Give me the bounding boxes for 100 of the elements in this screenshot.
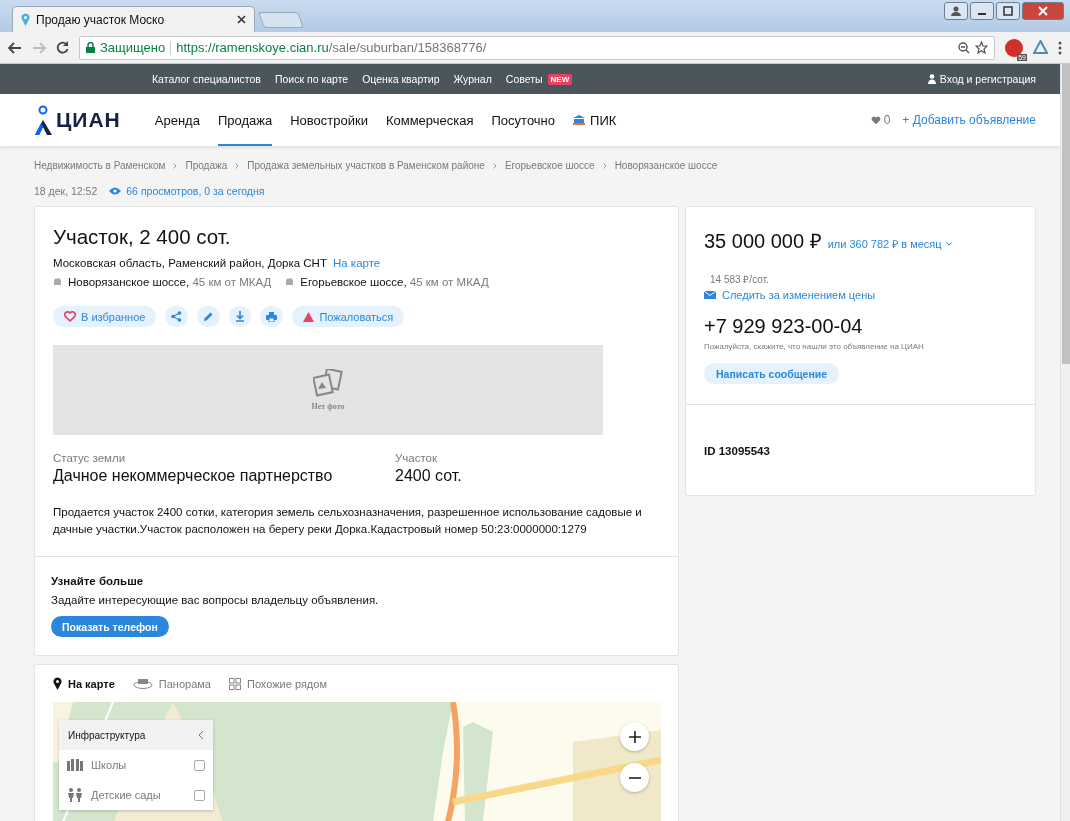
breadcrumb-link[interactable]: Продажа земельных участков в Раменском районе <box>247 160 485 171</box>
new-badge: NEW <box>547 73 573 85</box>
plus-icon <box>628 730 641 743</box>
top-nav-link[interactable]: Поиск по карте <box>274 73 349 85</box>
nav-tab[interactable]: Новостройки <box>290 94 368 146</box>
back-icon[interactable] <box>8 41 22 54</box>
highway-text: Новорязанское шоссе, 45 км от МКАД <box>68 276 272 288</box>
add-listing-link[interactable]: + Добавить объявление <box>902 113 1036 127</box>
envelope-icon <box>704 291 716 299</box>
monthly-payment-link[interactable]: или 360 782 ₽ в месяц <box>827 236 952 251</box>
top-nav-link[interactable]: Советы NEW <box>505 73 573 85</box>
breadcrumb-link[interactable]: Продажа <box>185 160 228 171</box>
map-tab[interactable]: На карте <box>53 677 115 690</box>
pencil-icon <box>203 311 215 322</box>
chevron-icon <box>492 162 497 169</box>
description-text: Продается участок 2400 сотки, категория земель сельхозназначения, разрешенное использование садовые и дачные участки.Участок расположен на берегу реки Дорка.Кадастровый номер 50:23:0000000:1279 <box>53 505 643 537</box>
listing-id: ID 13095543 <box>704 445 770 457</box>
building-icon <box>573 115 586 125</box>
top-nav-link[interactable]: Журнал <box>453 73 492 85</box>
address-text: Московская область, Раменский район, Дорка СНТ <box>53 257 327 269</box>
lock-icon <box>86 42 95 53</box>
map-pin-icon <box>21 13 30 26</box>
nav-tab[interactable]: ПИК <box>573 94 617 146</box>
nav-tab[interactable]: Посуточно <box>491 94 556 146</box>
top-nav-link[interactable]: Каталог специалистов <box>152 73 261 85</box>
price-text: 35 000 000 ₽ <box>704 229 822 254</box>
edit-button[interactable] <box>197 306 221 327</box>
breadcrumb-link[interactable]: Егорьевское шоссе <box>504 160 595 171</box>
views-link[interactable]: 66 просмотров, 0 за сегодня <box>126 185 265 197</box>
nav-tab[interactable]: Коммерческая <box>385 94 474 146</box>
extension-icon[interactable] <box>1033 40 1048 55</box>
map-tab[interactable]: Похожие рядом <box>228 677 327 690</box>
price-per-unit: 14 583 ₽/сот. <box>710 273 770 286</box>
logo-mark-icon <box>34 105 54 135</box>
login-link[interactable]: Вход и регистрация <box>939 73 1036 85</box>
minimize-icon <box>978 13 986 15</box>
address-bar[interactable]: Защищено https://ramenskoye.cian.ru/sale/suburban/158368776/ <box>79 35 995 60</box>
print-button[interactable] <box>260 306 284 327</box>
watch-price-link[interactable]: Следить за изменением цены <box>722 289 876 301</box>
section-title: Узнайте больше <box>51 575 145 587</box>
maximize-button[interactable] <box>996 2 1020 20</box>
maximize-icon <box>1003 6 1013 16</box>
heart-icon <box>64 311 76 322</box>
section-text: Задайте интересующие вас вопросы владельцу объявления. <box>51 594 380 606</box>
infrastructure-label: Школы <box>91 759 128 771</box>
minus-icon <box>628 776 641 779</box>
logo-text: ЦИАН <box>56 108 121 132</box>
collapse-icon[interactable] <box>198 730 204 740</box>
nav-tab[interactable]: Аренда <box>154 94 200 146</box>
map-link[interactable]: На карте <box>332 257 381 269</box>
write-message-button[interactable]: Написать сообщение <box>704 363 840 384</box>
show-phone-button[interactable]: Показать телефон <box>51 616 169 637</box>
close-button[interactable] <box>1022 2 1064 20</box>
fact-value: 2400 сот. <box>395 467 463 485</box>
breadcrumb-link[interactable]: Недвижимость в Раменском <box>34 160 166 171</box>
chevron-icon <box>235 162 240 169</box>
menu-icon[interactable] <box>1058 40 1062 55</box>
chevron-icon <box>173 162 178 169</box>
fact-label: Статус земли <box>53 452 127 464</box>
star-icon[interactable] <box>975 41 988 54</box>
nav-tab[interactable]: Продажа <box>217 94 273 146</box>
map-pin-icon <box>53 677 62 690</box>
reload-icon[interactable] <box>56 41 69 54</box>
top-nav-link[interactable]: Оценка квартир <box>362 73 440 85</box>
panorama-icon <box>132 677 153 690</box>
share-button[interactable] <box>165 306 189 327</box>
eye-icon <box>109 187 122 195</box>
phone-hint: Пожалуйста, скажите, что нашли это объявление на ЦИАН <box>704 342 925 351</box>
heart-icon <box>870 115 881 125</box>
breadcrumb-link[interactable]: Новорязанское шоссе <box>614 160 718 171</box>
browser-tab[interactable]: Продаю участок Моско <box>12 6 255 32</box>
url-text: https://ramenskoye.cian.ru/sale/suburban/158368776/ <box>176 40 487 55</box>
panel-title: Инфраструктура <box>68 729 146 741</box>
books-icon <box>67 759 83 771</box>
chevron-icon <box>602 162 607 169</box>
children-icon <box>67 788 83 802</box>
download-button[interactable] <box>229 306 252 327</box>
user-icon <box>951 6 961 16</box>
highway-text: Егорьевское шоссе, 45 км от МКАД <box>300 276 489 288</box>
close-icon <box>1038 6 1048 16</box>
photos-icon <box>313 369 343 397</box>
user-button[interactable] <box>944 2 968 20</box>
secure-label: Защищено <box>100 40 166 55</box>
checkbox[interactable] <box>194 759 205 771</box>
warning-icon <box>303 311 315 322</box>
minimize-button[interactable] <box>970 2 994 20</box>
printer-icon <box>266 311 278 322</box>
favorite-button[interactable]: В избранное <box>53 306 157 327</box>
fact-value: Дачное некоммерческое партнерство <box>53 467 334 485</box>
listing-title: Участок, 2 400 сот. <box>53 225 232 249</box>
complain-button[interactable]: Пожаловаться <box>292 306 405 327</box>
zoom-icon[interactable] <box>958 41 970 54</box>
download-icon <box>235 311 246 322</box>
no-photo-caption: Нет фото <box>311 402 345 411</box>
fact-label: Участок <box>395 452 438 464</box>
map-tab[interactable]: Панорама <box>132 677 211 690</box>
close-icon[interactable] <box>237 15 246 24</box>
favorites-counter[interactable]: 0 <box>870 113 891 127</box>
checkbox[interactable] <box>194 789 205 801</box>
caret-icon <box>945 241 952 246</box>
